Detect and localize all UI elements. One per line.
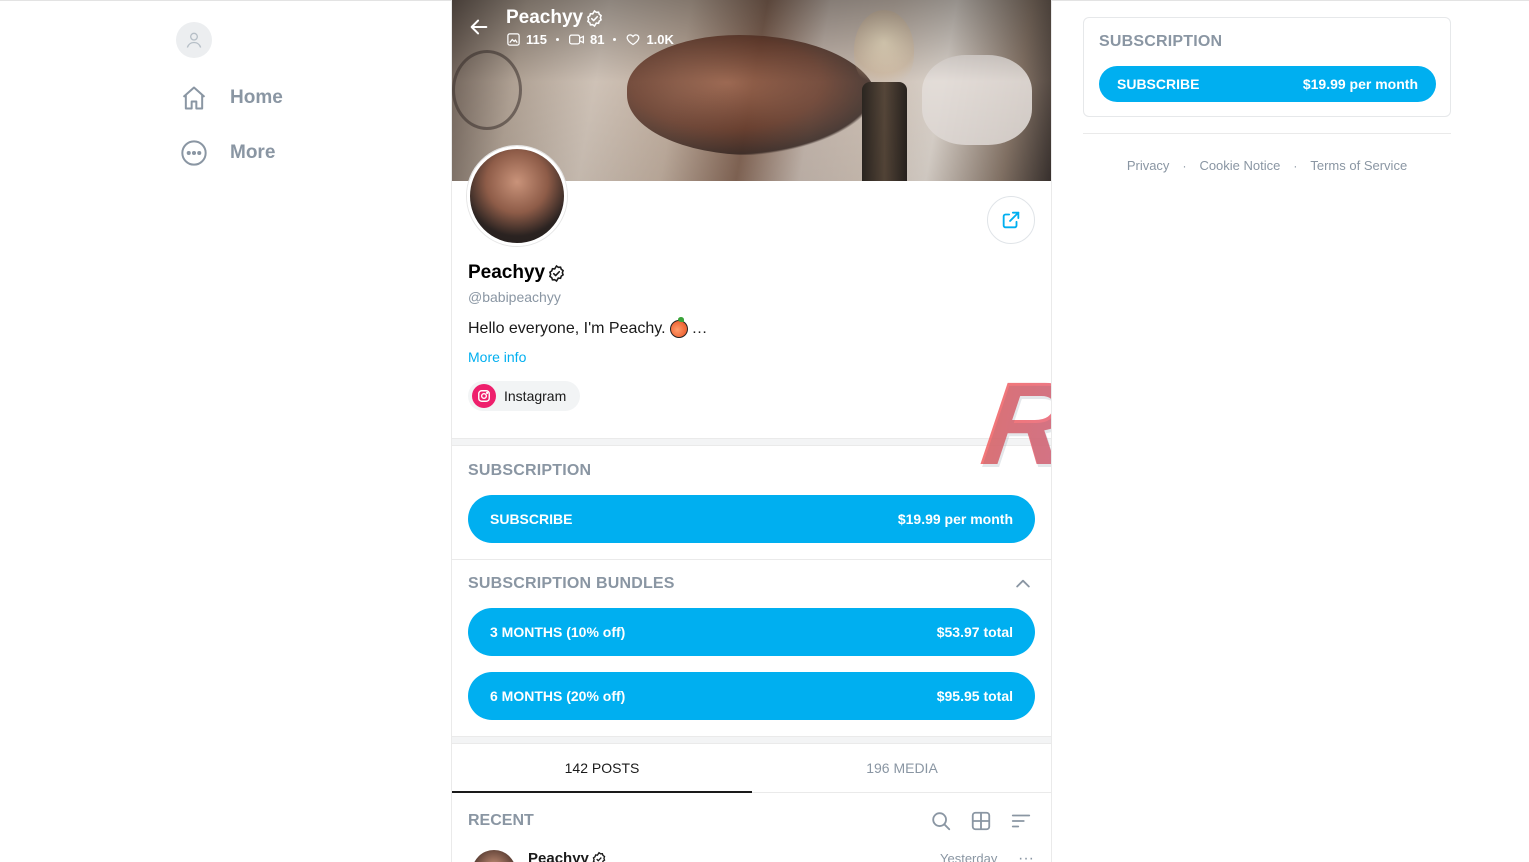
stat-videos: 81 xyxy=(568,32,604,47)
post-date: Yesterday xyxy=(940,851,998,862)
subscribe-button[interactable]: SUBSCRIBE $19.99 per month xyxy=(468,495,1035,543)
profile-avatar[interactable] xyxy=(467,146,567,246)
post-author-name: Peachyy xyxy=(528,850,589,862)
footer-separator: · xyxy=(1182,158,1187,173)
sort-button[interactable] xyxy=(1010,810,1032,832)
heart-icon xyxy=(627,34,640,46)
back-button[interactable] xyxy=(468,16,490,38)
bundle-3-months-button[interactable]: 3 MONTHS (10% off) $53.97 total xyxy=(468,608,1035,656)
sidebar-divider xyxy=(1083,133,1451,134)
instagram-label: Instagram xyxy=(504,388,567,404)
image-icon xyxy=(507,33,520,46)
section-divider xyxy=(452,438,1051,446)
nav-home[interactable]: Home xyxy=(176,83,376,113)
sidebar-subscription-card: SUBSCRIPTION SUBSCRIBE $19.99 per month xyxy=(1083,17,1451,117)
footer-separator: · xyxy=(1293,158,1298,173)
home-icon xyxy=(176,83,212,113)
nav-home-label: Home xyxy=(230,87,283,108)
stat-likes: 1.0K xyxy=(625,32,674,47)
bundle-6-months-button[interactable]: 6 MONTHS (20% off) $95.95 total xyxy=(468,672,1035,720)
user-icon xyxy=(186,32,202,48)
stat-photos-count: 115 xyxy=(526,32,547,47)
more-info-link[interactable]: More info xyxy=(468,349,526,365)
profile-name-text: Peachyy xyxy=(468,262,546,283)
post-author-avatar[interactable] xyxy=(472,850,516,862)
share-icon xyxy=(1002,211,1020,229)
instagram-icon xyxy=(472,384,496,408)
video-icon xyxy=(568,34,584,45)
more-icon xyxy=(176,138,212,168)
stat-likes-count: 1.0K xyxy=(646,32,674,47)
stat-photos: 115 xyxy=(506,32,547,47)
cookie-notice-link[interactable]: Cookie Notice xyxy=(1199,158,1280,173)
sidebar-subscribe-price: $19.99 per month xyxy=(1302,76,1418,92)
arrow-left-icon xyxy=(470,19,488,35)
cover-stats: 115 81 1.0K xyxy=(506,32,674,47)
left-navigation: Home More xyxy=(176,22,376,168)
profile-bio-ellipsis: … xyxy=(691,320,708,337)
share-button[interactable] xyxy=(987,196,1035,244)
peach-emoji-icon xyxy=(669,317,688,338)
search-posts-button[interactable] xyxy=(930,810,952,832)
sidebar-subscription-title: SUBSCRIPTION xyxy=(1099,33,1223,50)
collapse-bundles-button[interactable] xyxy=(1013,574,1033,594)
bundles-title: SUBSCRIPTION BUNDLES xyxy=(468,575,675,592)
sidebar-subscribe-label: SUBSCRIBE xyxy=(1117,76,1200,92)
bundle-price: $53.97 total xyxy=(936,624,1013,640)
nav-more[interactable]: More xyxy=(176,138,376,168)
tab-posts[interactable]: 142 POSTS xyxy=(452,744,752,793)
post-author[interactable]: Peachyy xyxy=(528,850,607,862)
stat-separator xyxy=(613,38,617,41)
verified-icon xyxy=(549,264,565,282)
sort-icon xyxy=(1011,814,1031,828)
cover-name: Peachyy xyxy=(506,7,584,28)
cover-title: Peachyy xyxy=(506,7,674,29)
user-avatar[interactable] xyxy=(176,22,212,58)
verified-icon xyxy=(587,9,603,27)
stat-videos-count: 81 xyxy=(589,32,605,47)
sidebar-subscribe-button[interactable]: SUBSCRIBE $19.99 per month xyxy=(1099,66,1436,102)
terms-of-service-link[interactable]: Terms of Service xyxy=(1310,158,1407,173)
profile-bio: Hello everyone, I'm Peachy. … xyxy=(468,317,708,338)
bundle-label: 6 MONTHS (20% off) xyxy=(490,688,626,704)
profile-bio-text: Hello everyone, I'm Peachy. xyxy=(468,320,666,337)
profile-column: Peachyy 115 81 1.0K Peachyy @babipeachyy… xyxy=(451,0,1052,862)
divider xyxy=(452,559,1051,560)
footer-links: Privacy · Cookie Notice · Terms of Servi… xyxy=(1083,158,1451,173)
search-icon xyxy=(932,812,951,831)
grid-view-button[interactable] xyxy=(970,810,992,832)
nav-more-label: More xyxy=(230,142,276,163)
subscribe-label: SUBSCRIBE xyxy=(490,511,573,527)
subscribe-price: $19.99 per month xyxy=(897,511,1013,527)
profile-name: Peachyy xyxy=(468,262,566,284)
section-divider xyxy=(452,736,1051,744)
post-more-button[interactable]: ··· xyxy=(1018,850,1034,862)
verified-icon xyxy=(592,851,606,862)
instagram-link[interactable]: Instagram xyxy=(468,381,581,411)
tab-media[interactable]: 196 MEDIA xyxy=(752,744,1051,792)
cover-header: Peachyy 115 81 1.0K xyxy=(506,7,674,47)
chevron-up-icon xyxy=(1016,579,1030,588)
subscription-title: SUBSCRIPTION xyxy=(468,462,592,479)
privacy-link[interactable]: Privacy xyxy=(1127,158,1170,173)
content-tabs: 142 POSTS 196 MEDIA xyxy=(452,744,1051,793)
profile-handle: @babipeachyy xyxy=(468,289,561,305)
watermark: Rphang xyxy=(975,358,1051,490)
bundle-label: 3 MONTHS (10% off) xyxy=(490,624,626,640)
bundle-price: $95.95 total xyxy=(936,688,1013,704)
stat-separator xyxy=(555,38,559,41)
grid-icon xyxy=(971,811,991,831)
recent-title: RECENT xyxy=(468,812,534,829)
